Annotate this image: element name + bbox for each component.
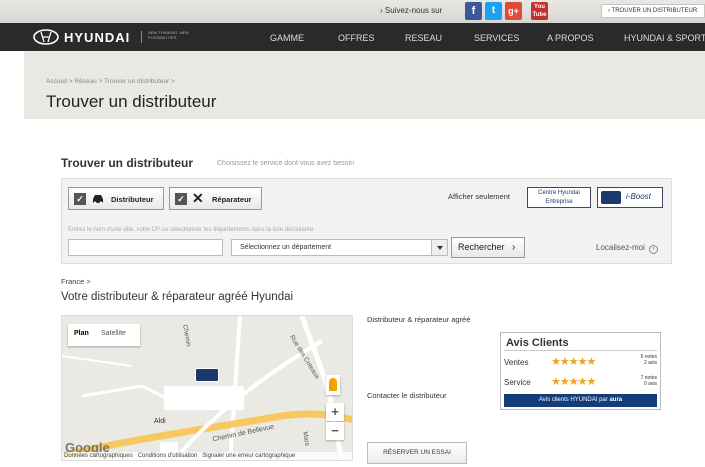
street-view-pegman-icon[interactable]	[326, 375, 340, 395]
search-button-label: Rechercher	[458, 242, 505, 252]
reviews-title: Avis Clients	[506, 337, 569, 349]
zoom-out-button[interactable]: −	[326, 422, 344, 440]
map-tab-plan[interactable]: Plan	[74, 330, 89, 337]
checkbox-checked-icon: ✓	[74, 193, 86, 205]
chevron-right-icon: ›	[512, 242, 516, 253]
divider	[504, 350, 657, 351]
reviews-provider-banner[interactable]: Avis clients HYUNDAI par aura	[504, 394, 657, 407]
centre-hyundai-entreprise-filter[interactable]: Centre Hyundai Entreprise	[527, 187, 591, 208]
logo-tagline: NEW THINKING. NEW POSSIBILITIES.	[148, 30, 190, 40]
department-select-value: Sélectionnez un département	[240, 244, 332, 251]
nav-hyundai-sports[interactable]: HYUNDAI & SPORTS	[624, 33, 705, 43]
distributeur-label: Distributeur	[111, 195, 154, 204]
nav-a-propos[interactable]: A PROPOS	[547, 33, 594, 43]
review-row-label: Service	[504, 378, 531, 387]
contact-dealer-link[interactable]: Contacter le distributeur	[367, 391, 447, 400]
city-cp-input[interactable]	[68, 239, 223, 256]
reparateur-label: Réparateur	[212, 195, 252, 204]
section-title: Trouver un distributeur	[61, 156, 194, 170]
review-notes[interactable]: 6 notes 2 avis	[627, 354, 657, 366]
provider-brand: aura	[609, 397, 623, 403]
dealer-type-label: Distributeur & réparateur agréé	[367, 315, 471, 324]
youtube-icon[interactable]: You Tube	[531, 2, 548, 20]
breadcrumb[interactable]: Accueil > Réseau > Trouver un distribute…	[46, 78, 175, 85]
iboost-label: i-Boost	[626, 192, 651, 201]
info-window	[164, 386, 244, 410]
top-utility-bar	[0, 0, 705, 23]
dropdown-arrow-icon[interactable]	[431, 240, 447, 255]
review-row-label: Ventes	[504, 358, 529, 367]
hyundai-logo[interactable]: HYUNDAI NEW THINKING. NEW POSSIBILITIES.	[32, 29, 272, 45]
map-footer: Données cartographiques Conditions d'uti…	[62, 452, 352, 460]
twitter-icon[interactable]: t	[485, 2, 502, 20]
page-title: Trouver un distributeur	[46, 92, 217, 111]
map-type-toggle: Plan Satellite	[68, 324, 140, 346]
review-notes[interactable]: 7 notes 0 avis	[627, 375, 657, 387]
centre-line-2: Entreprise	[545, 199, 573, 205]
dealer-map[interactable]: Plan Satellite Rue des Coteaux Chemin Ch…	[61, 315, 353, 461]
nav-reseau[interactable]: RESEAU	[405, 33, 442, 43]
customer-reviews-box: Avis Clients Ventes ★★★★★ 6 notes 2 avis…	[500, 332, 661, 410]
country-breadcrumb[interactable]: France >	[61, 277, 91, 286]
logo-wordmark: HYUNDAI	[64, 30, 131, 45]
star-rating-icon: ★★★★★	[551, 376, 596, 388]
locate-me-label: Localisez-moi	[596, 243, 645, 252]
follow-us-label: › Suivez-nous sur	[380, 6, 443, 15]
googleplus-icon[interactable]: g+	[505, 2, 522, 20]
map-footer-links[interactable]: Données cartographiques Conditions d'uti…	[64, 453, 295, 459]
results-title: Votre distributeur & réparateur agréé Hy…	[61, 291, 294, 303]
centre-line-1: Centre Hyundai	[538, 190, 580, 196]
nav-gamme[interactable]: GAMME	[270, 33, 304, 43]
locate-me-link[interactable]: Localisez-moi ›	[596, 243, 659, 254]
search-button[interactable]: Rechercher ›	[451, 237, 525, 258]
hyundai-badge-icon	[601, 191, 621, 204]
reparateur-filter-button[interactable]: ✓ ✕ Réparateur	[169, 187, 262, 210]
tools-icon: ✕	[192, 190, 204, 206]
find-dealer-top-link[interactable]: › TROUVER UN DISTRIBUTEUR	[601, 4, 705, 18]
iboost-filter[interactable]: i-Boost	[597, 187, 663, 208]
map-place-label: Aldi	[154, 418, 166, 425]
distributeur-filter-button[interactable]: ✓ Distributeur	[68, 187, 164, 210]
circle-chevron-icon: ›	[649, 245, 659, 254]
map-tab-satellite[interactable]: Satellite	[101, 330, 126, 337]
facebook-icon[interactable]: f	[465, 2, 482, 20]
nav-services[interactable]: SERVICES	[474, 33, 519, 43]
search-hint: Entrez le nom d'une ville, votre CP ou s…	[68, 227, 314, 233]
department-select[interactable]: Sélectionnez un département	[231, 239, 448, 256]
star-rating-icon: ★★★★★	[551, 356, 596, 368]
section-subtitle: Choisissez le service dont vous avez bes…	[217, 160, 354, 167]
provider-text: Avis clients HYUNDAI par	[538, 397, 608, 403]
zoom-in-button[interactable]: +	[326, 403, 344, 421]
checkbox-checked-icon: ✓	[175, 193, 187, 205]
show-only-label: Afficher seulement	[448, 192, 510, 201]
book-test-drive-button[interactable]: RÉSERVER UN ESSAI	[367, 442, 467, 464]
hyundai-dealer-marker-icon[interactable]	[195, 368, 219, 382]
nav-offres[interactable]: OFFRES	[338, 33, 375, 43]
car-icon	[93, 195, 103, 205]
